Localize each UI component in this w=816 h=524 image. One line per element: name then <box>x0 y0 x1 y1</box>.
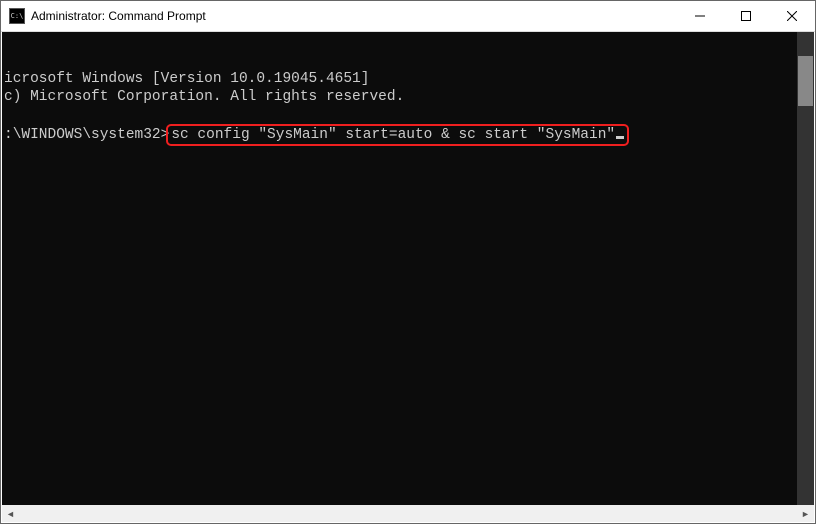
titlebar: C:\ Administrator: Command Prompt <box>1 1 815 32</box>
scroll-right-button[interactable]: ► <box>797 505 814 522</box>
terminal-line-1: icrosoft Windows [Version 10.0.19045.465… <box>4 71 369 87</box>
window-title: Administrator: Command Prompt <box>31 9 677 23</box>
cursor <box>616 136 624 139</box>
terminal-area[interactable]: icrosoft Windows [Version 10.0.19045.465… <box>2 32 814 506</box>
scroll-left-button[interactable]: ◄ <box>2 505 19 522</box>
horizontal-scrollbar[interactable]: ◄ ► <box>2 505 814 522</box>
cmd-icon: C:\ <box>9 8 25 24</box>
minimize-button[interactable] <box>677 1 723 31</box>
command-highlight: sc config "SysMain" start=auto & sc star… <box>166 124 629 146</box>
vertical-scrollbar-thumb[interactable] <box>798 56 813 106</box>
minimize-icon <box>695 11 705 21</box>
close-icon <box>787 11 797 21</box>
horizontal-scrollbar-track[interactable] <box>19 505 797 522</box>
maximize-icon <box>741 11 751 21</box>
terminal-content: icrosoft Windows [Version 10.0.19045.465… <box>2 70 814 146</box>
terminal-command: sc config "SysMain" start=auto & sc star… <box>171 127 615 143</box>
terminal-prompt: :\WINDOWS\system32> <box>4 127 169 143</box>
close-button[interactable] <box>769 1 815 31</box>
cmd-icon-text: C:\ <box>11 13 24 20</box>
maximize-button[interactable] <box>723 1 769 31</box>
window-controls <box>677 1 815 31</box>
terminal-line-2: c) Microsoft Corporation. All rights res… <box>4 89 404 105</box>
vertical-scrollbar[interactable] <box>797 32 814 506</box>
